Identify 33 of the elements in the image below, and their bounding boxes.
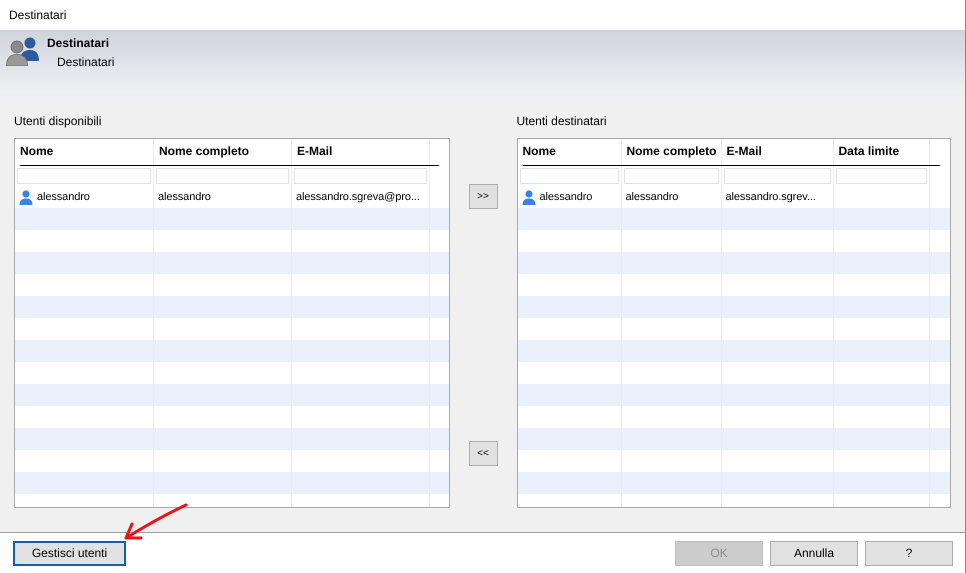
window-title: Destinatari [9, 8, 66, 22]
filter-field[interactable] [156, 168, 289, 184]
cell-text: alessandro.sgrev... [726, 191, 816, 203]
cell-text: alessandro [626, 191, 678, 203]
filter-field[interactable] [294, 168, 427, 184]
remove-button[interactable]: << [468, 441, 498, 466]
column-header[interactable]: Nome completo [154, 139, 292, 166]
cell-text: alessandro.sgreva@pro... [296, 191, 420, 203]
column-header[interactable]: E-Mail [722, 139, 834, 166]
dialog-button[interactable]: Annulla [770, 540, 858, 566]
cell-text: alessandro [37, 191, 90, 203]
user-icon [19, 190, 33, 204]
filter-field[interactable] [17, 168, 151, 184]
cell-text: alessandro [540, 191, 592, 203]
column-header[interactable]: Data limite [834, 139, 930, 166]
column-header[interactable]: Nome [15, 139, 154, 166]
manage-users-button[interactable]: Gestisci utenti [13, 540, 126, 566]
header-subtitle: Destinatari [56, 55, 114, 69]
users-icon [6, 36, 39, 66]
column-header[interactable]: E-Mail [292, 139, 430, 166]
column-header[interactable]: Nome [518, 139, 622, 166]
panel-label: Utenti disponibili [14, 114, 102, 128]
filter-field[interactable] [724, 168, 830, 184]
panel-label: Utenti destinatari [516, 114, 607, 128]
filter-field[interactable] [520, 168, 618, 184]
dialog-button[interactable]: ? [865, 540, 953, 566]
filter-field[interactable] [624, 168, 718, 184]
header-title: Destinatari [47, 36, 110, 50]
user-icon [522, 190, 536, 204]
add-button[interactable]: >> [468, 184, 498, 209]
column-header[interactable]: Nome completo [622, 139, 722, 166]
filter-field[interactable] [836, 168, 926, 184]
cell-text: alessandro [158, 191, 211, 203]
